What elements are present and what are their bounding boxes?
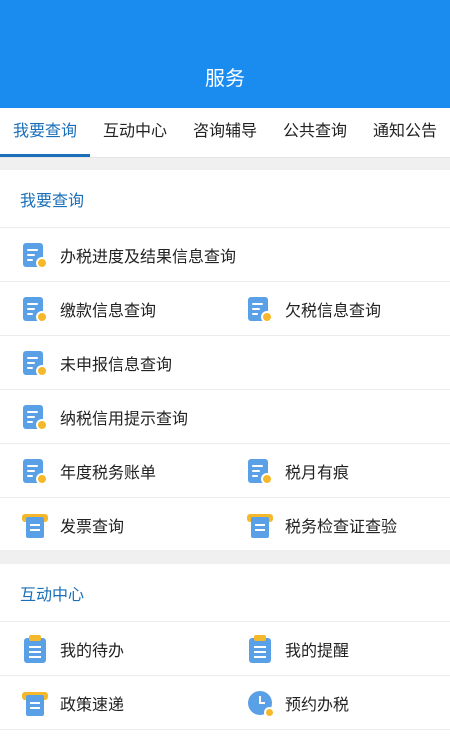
page-title: 服务 [205, 66, 245, 90]
invoice-icon [22, 511, 48, 539]
section-title-interact: 互动中心 [0, 564, 450, 622]
menu-row: 未申报信息查询 [0, 336, 450, 390]
clipboard-icon [247, 634, 273, 663]
menu-item-reminder[interactable]: 我的提醒 [225, 622, 450, 675]
menu-item-label: 未申报信息查询 [60, 354, 173, 374]
menu-row: 办税进度及结果信息查询 [0, 228, 450, 282]
tab-bar: 我要查询 互动中心 咨询辅导 公共查询 通知公告 [0, 108, 450, 158]
menu-item-policy[interactable]: 政策速递 [0, 676, 225, 729]
menu-item-appointment[interactable]: 预约办税 [225, 676, 450, 729]
tab-interact[interactable]: 互动中心 [90, 108, 180, 157]
menu-item-label: 税月有痕 [285, 462, 350, 482]
menu-row: 缴款信息查询 欠税信息查询 [0, 282, 450, 336]
menu-item-progress[interactable]: 办税进度及结果信息查询 [0, 228, 450, 281]
interact-section: 互动中心 我的待办 我的提醒 政策速递 预约办税 [0, 564, 450, 745]
menu-item-annual[interactable]: 年度税务账单 [0, 444, 225, 497]
menu-item-monthly[interactable]: 税月有痕 [225, 444, 450, 497]
doc-search-icon [22, 295, 48, 323]
query-section: 我要查询 办税进度及结果信息查询 缴款信息查询 欠税信息查询 未申报信息查询 纳… [0, 170, 450, 552]
menu-item-label: 办税进度及结果信息查询 [60, 246, 237, 266]
menu-item-label: 我的提醒 [285, 640, 350, 660]
tab-notice[interactable]: 通知公告 [360, 108, 450, 157]
doc-search-icon [22, 349, 48, 377]
menu-item-todo[interactable]: 我的待办 [0, 622, 225, 675]
menu-row: 我的待办 我的提醒 [0, 622, 450, 676]
invoice-icon [22, 689, 48, 717]
menu-item-arrears[interactable]: 欠税信息查询 [225, 282, 450, 335]
section-gap [0, 550, 450, 564]
clock-icon [247, 689, 275, 718]
menu-item-inspection[interactable]: 税务检查证查验 [225, 498, 450, 552]
menu-item-label: 纳税信用提示查询 [60, 408, 189, 428]
menu-row: 政策速递 预约办税 [0, 676, 450, 730]
tab-consult[interactable]: 咨询辅导 [180, 108, 270, 157]
section-title-query: 我要查询 [0, 170, 450, 228]
menu-item-label: 年度税务账单 [60, 462, 157, 482]
clipboard-icon [22, 634, 48, 663]
menu-item-label: 缴款信息查询 [60, 300, 157, 320]
tab-public[interactable]: 公共查询 [270, 108, 360, 157]
doc-search-icon [247, 457, 273, 485]
app-header: 服务 [0, 0, 450, 108]
invoice-icon [247, 511, 273, 539]
section-gap [0, 158, 450, 170]
menu-item-label: 欠税信息查询 [285, 300, 382, 320]
menu-item-payment[interactable]: 缴款信息查询 [0, 282, 225, 335]
menu-row: 年度税务账单 税月有痕 [0, 444, 450, 498]
menu-item-label: 发票查询 [60, 517, 125, 536]
menu-row: 纳税信用提示查询 [0, 390, 450, 444]
menu-item-unfiled[interactable]: 未申报信息查询 [0, 336, 450, 389]
menu-item-credit[interactable]: 纳税信用提示查询 [0, 390, 450, 443]
menu-item-invoice[interactable]: 发票查询 [0, 498, 225, 552]
menu-item-label: 预约办税 [285, 694, 350, 714]
doc-search-icon [22, 403, 48, 431]
menu-item-label: 税务检查证查验 [285, 517, 398, 536]
menu-item-label: 我的待办 [60, 640, 125, 660]
doc-search-icon [247, 295, 273, 323]
menu-row: 发票查询 税务检查证查验 [0, 498, 450, 552]
doc-search-icon [22, 457, 48, 485]
tab-query[interactable]: 我要查询 [0, 108, 90, 157]
doc-search-icon [22, 241, 48, 269]
menu-item-label: 政策速递 [60, 694, 125, 714]
